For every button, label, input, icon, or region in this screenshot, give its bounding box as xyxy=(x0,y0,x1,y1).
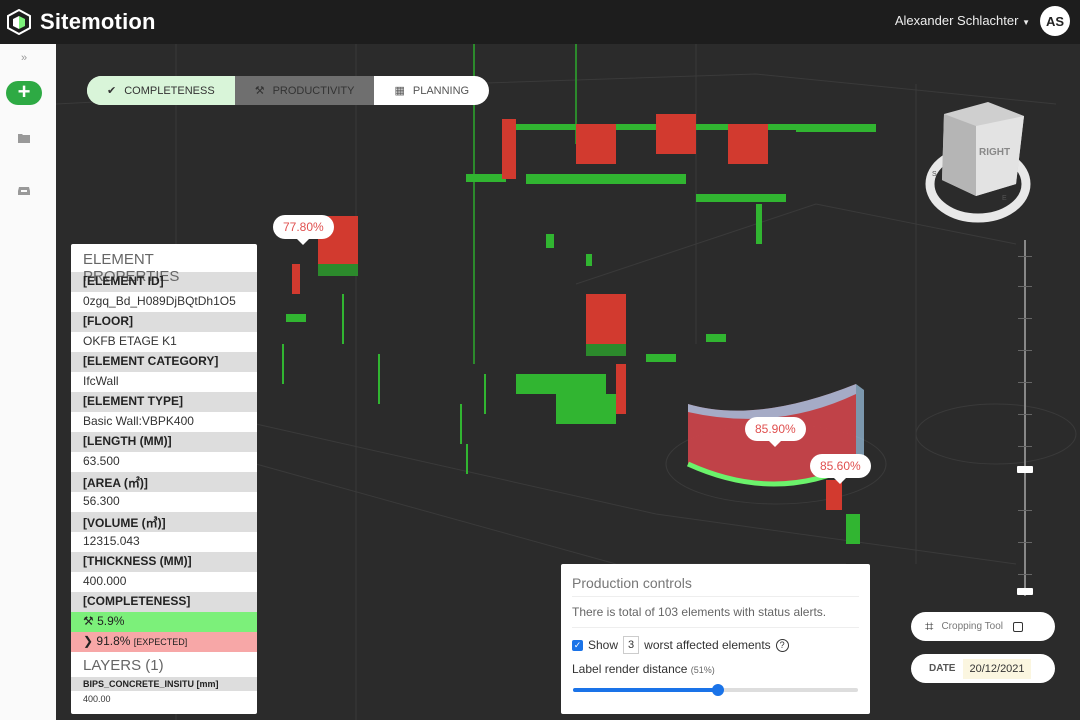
inbox-icon[interactable] xyxy=(0,184,48,198)
date-picker[interactable]: DATE 20/12/2021 xyxy=(911,654,1055,683)
folder-icon[interactable] xyxy=(0,132,48,146)
show-worst-checkbox[interactable]: ✓ xyxy=(572,639,583,651)
compass-e-label: E xyxy=(1002,195,1007,202)
tab-productivity-label: PRODUCTIVITY xyxy=(272,84,355,97)
worst-count-input[interactable]: 3 xyxy=(623,636,640,654)
prop-value: Basic Wall:VBPK400 xyxy=(83,414,194,428)
top-bar: Sitemotion Alexander Schlachter ▼ AS xyxy=(0,0,1080,44)
slider-fill xyxy=(573,688,719,692)
tab-productivity[interactable]: ⚒ PRODUCTIVITY xyxy=(234,76,375,105)
tab-completeness-label: COMPLETENESS xyxy=(124,84,215,97)
app-title: Sitemotion xyxy=(40,9,156,34)
view-cube-face-label[interactable]: RIGHT xyxy=(979,147,1010,158)
prop-key: [ELEMENT TYPE] xyxy=(71,392,257,412)
cropping-tool-checkbox[interactable] xyxy=(1012,621,1023,632)
completeness-label-c[interactable]: 85.60% xyxy=(810,454,871,484)
prop-key: [ELEMENT CATEGORY] xyxy=(71,352,257,372)
prop-value: 12315.043 xyxy=(83,534,140,548)
cropping-tool-button[interactable]: ⌗ Cropping Tool xyxy=(911,612,1055,641)
prop-value: 400.000 xyxy=(83,574,127,588)
completeness-label-a[interactable]: 77.80% xyxy=(273,215,334,245)
completeness-actual-value: 5.9% xyxy=(97,614,125,628)
sitemotion-logo-icon[interactable] xyxy=(6,9,32,35)
slider-tick xyxy=(1018,286,1032,287)
prop-value: 63.500 xyxy=(83,454,120,468)
slider-tick xyxy=(1018,446,1032,447)
check-icon: ✔ xyxy=(107,85,117,97)
distance-percent: (51%) xyxy=(690,665,715,675)
expected-tag: [EXPECTED] xyxy=(133,637,188,647)
prop-key: [AREA (㎡)] xyxy=(71,472,257,492)
prop-key: [VOLUME (㎥)] xyxy=(71,512,257,532)
completeness-actual: ⚒ 5.9% xyxy=(71,612,257,632)
hammer-icon: ⚒ xyxy=(83,614,94,628)
user-menu[interactable]: Alexander Schlachter ▼ xyxy=(895,13,1030,28)
avatar[interactable]: AS xyxy=(1040,6,1070,36)
status-alert-message: There is total of 103 elements with stat… xyxy=(572,596,859,628)
tab-planning[interactable]: ▦ PLANNING xyxy=(374,76,489,105)
prop-value: 56.300 xyxy=(83,494,120,508)
expand-sidebar-icon[interactable]: » xyxy=(0,52,48,64)
panel-title: Production controls xyxy=(572,575,692,591)
slider-tick xyxy=(1018,318,1032,319)
slider-tick xyxy=(1018,574,1032,575)
layer-key: BIPS_CONCRETE_INSITU [mm] xyxy=(71,677,257,691)
prop-key: [FLOOR] xyxy=(71,312,257,332)
slider-tick xyxy=(1018,414,1032,415)
slider-tick xyxy=(1018,382,1032,383)
slider-tick xyxy=(1018,256,1032,257)
slider-tick xyxy=(1018,510,1032,511)
distance-label: Label render distance xyxy=(572,662,688,676)
completeness-label-b[interactable]: 85.90% xyxy=(745,417,806,447)
tab-planning-label: PLANNING xyxy=(412,84,470,97)
prop-key: [LENGTH (MM)] xyxy=(71,432,257,452)
element-properties-panel: ELEMENT PROPERTIES [ELEMENT ID] 0zgq_Bd_… xyxy=(71,244,257,714)
prop-key: [THICKNESS (MM)] xyxy=(71,552,257,572)
panel-title: ELEMENT PROPERTIES xyxy=(83,251,179,285)
sidebar: » + xyxy=(0,44,56,720)
prop-value: OKFB ETAGE K1 xyxy=(83,334,177,348)
completeness-expected-value: 91.8% xyxy=(96,634,131,648)
layer-value: 400.00 xyxy=(83,694,111,704)
layers-title: LAYERS (1) xyxy=(83,657,164,674)
level-slider-lower-handle[interactable] xyxy=(1017,588,1033,595)
hammer-icon: ⚒ xyxy=(254,85,265,97)
label-distance-slider[interactable] xyxy=(573,684,858,696)
compass-s-label: S xyxy=(932,171,937,178)
date-value[interactable]: 20/12/2021 xyxy=(963,658,1031,679)
completeness-key: [COMPLETENESS] xyxy=(71,592,257,612)
tab-completeness[interactable]: ✔ COMPLETENESS xyxy=(87,76,235,105)
level-slider-upper-handle[interactable] xyxy=(1017,466,1033,473)
prop-value: 0zgq_Bd_H089DjBQtDh1O5 xyxy=(83,294,236,308)
chevron-down-icon: ❯ xyxy=(83,634,94,648)
mode-tabs: ✔ COMPLETENESS ⚒ PRODUCTIVITY ▦ PLANNING xyxy=(87,76,490,105)
help-icon[interactable]: ? xyxy=(775,638,789,652)
slider-tick xyxy=(1018,542,1032,543)
calendar-icon: ▦ xyxy=(394,85,405,97)
user-name: Alexander Schlachter xyxy=(894,13,1019,28)
crop-icon: ⌗ xyxy=(925,618,934,635)
show-label: Show xyxy=(588,638,619,652)
add-button[interactable]: + xyxy=(6,81,42,105)
slider-tick xyxy=(1018,350,1032,351)
prop-value: IfcWall xyxy=(83,374,119,388)
completeness-expected: ❯ 91.8% [EXPECTED] xyxy=(71,632,257,652)
worst-label: worst affected elements xyxy=(644,638,771,652)
date-label: DATE xyxy=(929,663,956,674)
cropping-tool-label: Cropping Tool xyxy=(941,621,1003,632)
chevron-down-icon: ▼ xyxy=(1022,18,1030,27)
